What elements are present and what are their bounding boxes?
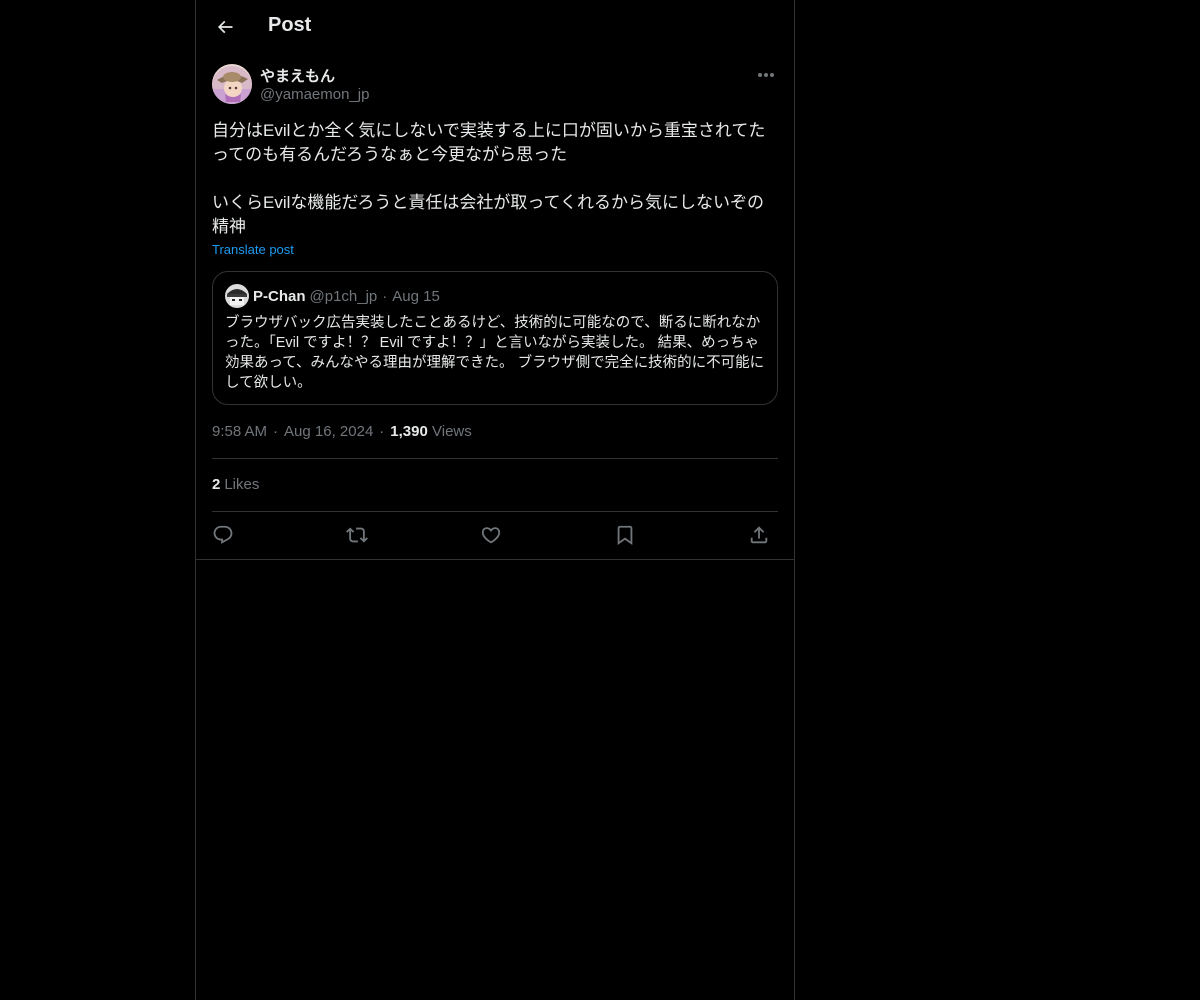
likes-link[interactable]: 2 Likes [212, 476, 259, 493]
share-icon [750, 526, 768, 544]
arrow-left-icon [217, 20, 233, 34]
quoted-post-text: ブラウザバック広告実装したことあるけど、技術的に可能なので、断るに断れなかった。… [225, 315, 765, 391]
quoted-date: Aug 15 [392, 287, 440, 305]
repost-button[interactable] [344, 522, 370, 548]
quoted-post[interactable]: P-Chan @p1ch_jp · Aug 15 ブラウザバック広告実装したこと… [212, 271, 778, 405]
bookmark-icon [617, 525, 633, 546]
like-button[interactable] [478, 522, 504, 548]
quoted-avatar-image [225, 284, 249, 308]
post-date[interactable]: Aug 16, 2024 [284, 423, 373, 440]
likes-count: 2 [212, 476, 221, 493]
more-horizontal-icon [758, 73, 774, 77]
reply-button[interactable] [210, 522, 236, 548]
post-meta: 9:58 AM · Aug 16, 2024 · 1,390 Views [212, 423, 472, 440]
author-display-name[interactable]: やまえもん [260, 65, 335, 86]
author-handle[interactable]: @yamaemon_jp [260, 86, 369, 103]
bookmark-button[interactable] [612, 522, 638, 548]
reply-icon [213, 525, 233, 544]
quoted-avatar [225, 284, 249, 308]
views-count: 1,390 [390, 423, 428, 440]
repost-icon [346, 527, 368, 543]
divider [212, 458, 778, 459]
avatar[interactable] [212, 64, 252, 104]
post-paragraph: いくらEvilな機能だろうと責任は会社が取ってくれるから気にしないぞの精神 [212, 193, 765, 236]
translate-post-link[interactable]: Translate post [212, 242, 294, 257]
action-bar [212, 522, 778, 548]
post-time[interactable]: 9:58 AM [212, 423, 267, 440]
divider [212, 511, 778, 512]
separator-dot: · [273, 423, 279, 440]
like-icon [481, 527, 501, 544]
more-options-button[interactable] [754, 64, 778, 86]
section-border [196, 559, 794, 560]
share-button[interactable] [746, 522, 772, 548]
author-block: やまえもん @yamaemon_jp [212, 64, 778, 108]
post-text: 自分はEvilとか全く気にしないで実装する上に口が固いから重宝されてたってのも有… [212, 119, 778, 239]
separator-dot: · [382, 287, 388, 305]
post-column: Post やまえもん @yamaemon_jp 自分はEvilとか全く気にしない… [195, 0, 795, 1000]
header-bar: Post [196, 0, 794, 54]
quoted-post-header: P-Chan @p1ch_jp · Aug 15 [225, 284, 440, 308]
page-title: Post [268, 14, 312, 36]
post-paragraph: 自分はEvilとか全く気にしないで実装する上に口が固いから重宝されてたってのも有… [212, 121, 766, 164]
back-button[interactable] [208, 10, 242, 44]
likes-label: Likes [224, 476, 260, 493]
views-label: Views [432, 423, 472, 440]
quoted-handle: @p1ch_jp [309, 287, 378, 305]
quoted-display-name: P-Chan [253, 287, 306, 305]
avatar-image [212, 64, 252, 104]
separator-dot: · [379, 423, 385, 440]
